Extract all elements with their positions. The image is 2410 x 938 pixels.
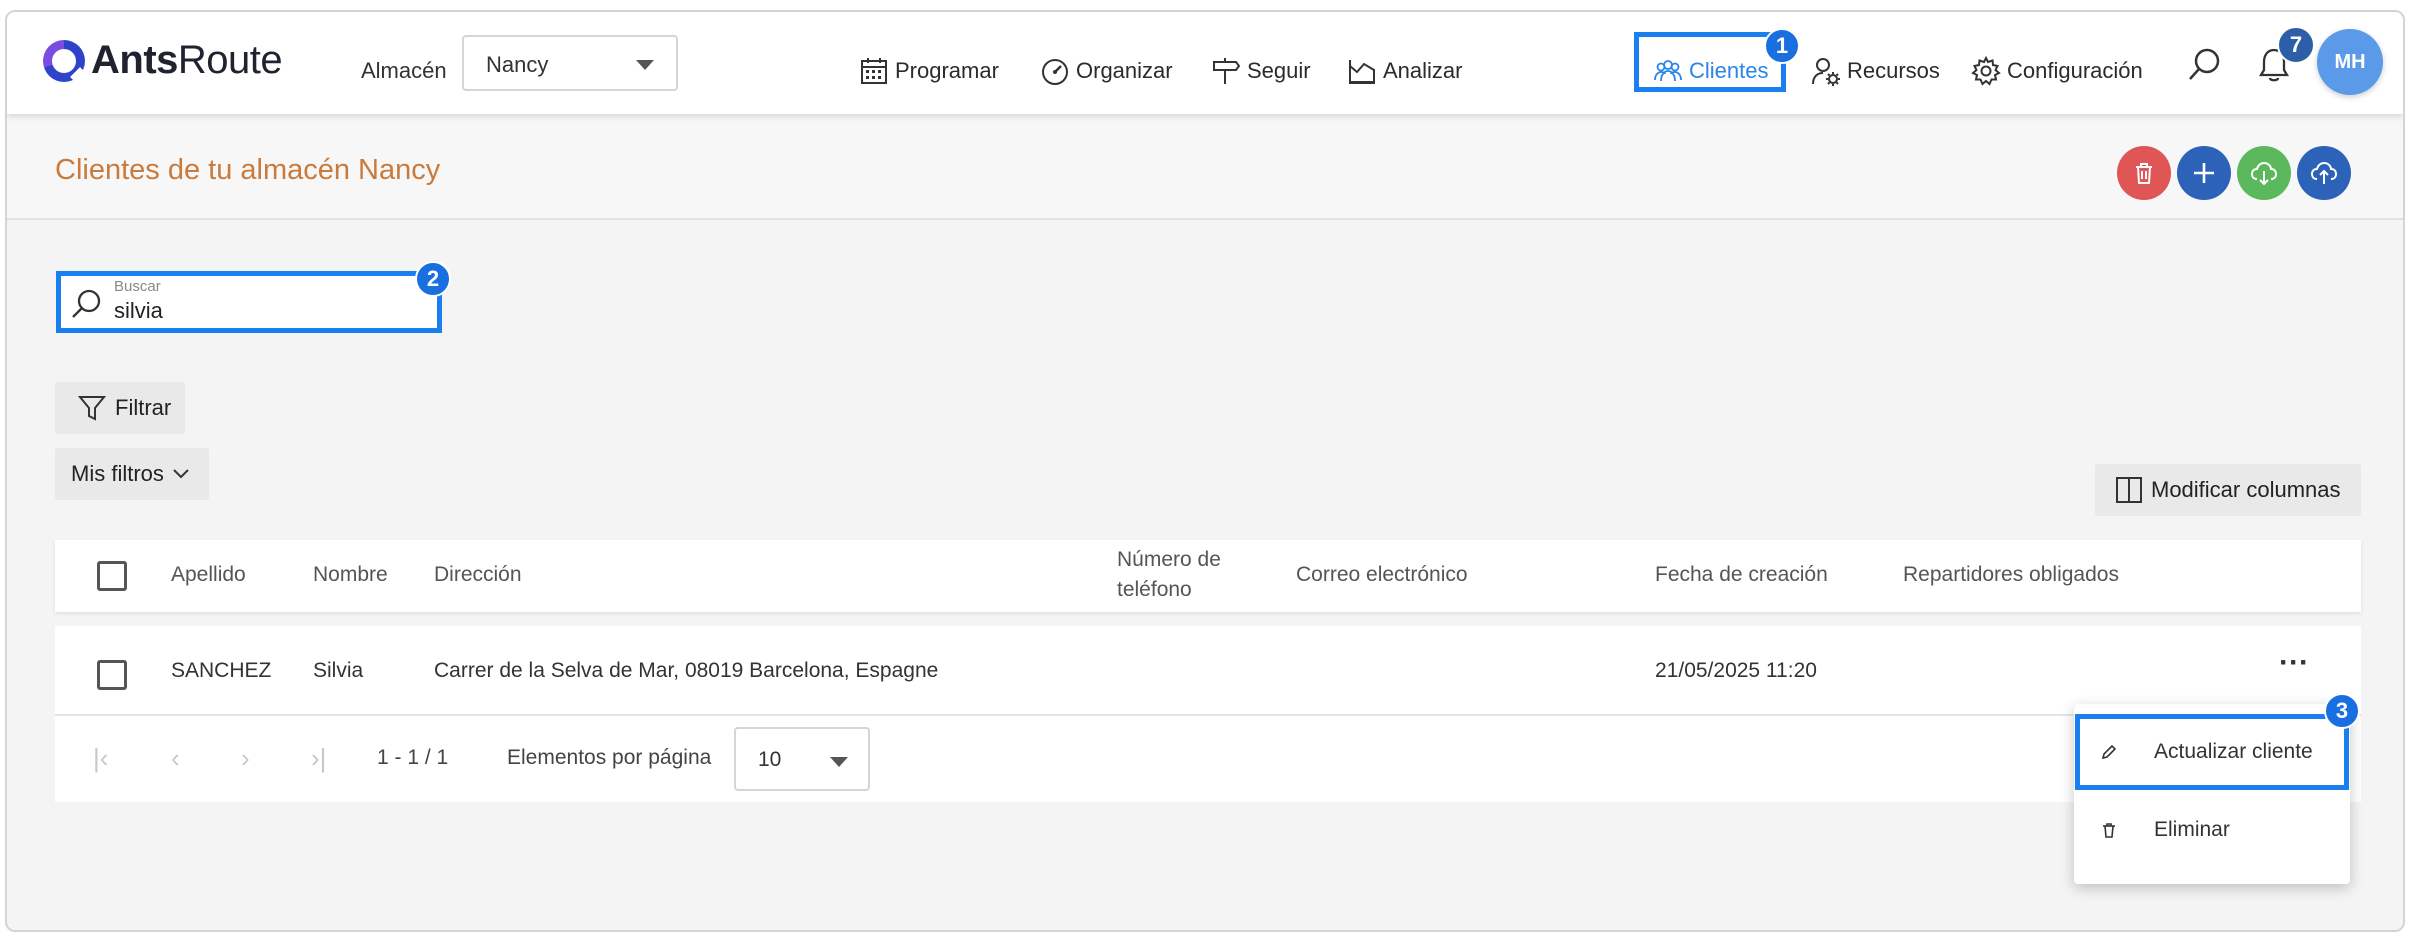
export-clients-button[interactable] [2297,146,2351,200]
calendar-icon [861,58,887,84]
header-nombre[interactable]: Nombre [313,560,388,590]
chevron-down-icon [173,469,189,479]
user-gear-icon [1812,58,1840,86]
per-page-value: 10 [758,748,782,771]
per-page-select[interactable]: 10 [734,727,870,791]
select-all-checkbox[interactable] [97,561,127,591]
header-repartidores[interactable]: Repartidores obligados [1903,560,2119,590]
modify-columns-label: Modificar columnas [2151,477,2341,502]
nav-seguir-label: Seguir [1247,58,1311,83]
nav-configuracion[interactable]: Configuración [1971,56,2143,86]
header-telefono-line2: teléfono [1117,578,1192,601]
next-page-icon[interactable]: › [241,743,250,774]
prev-page-icon[interactable]: ‹ [171,743,180,774]
nav-recursos[interactable]: Recursos [1811,56,1940,86]
logo-text-light: Route [177,38,283,82]
step-badge-2: 2 [415,261,451,297]
my-filters-button[interactable]: Mis filtros [55,448,209,500]
header-direccion[interactable]: Dirección [434,560,522,590]
search-field[interactable]: Buscar silvia [56,271,442,333]
pagination: |‹ ‹ › ›| 1 - 1 / 1 Elementos por página… [55,716,2361,802]
cell-apellido: SANCHEZ [171,659,272,682]
row-more-button[interactable]: ··· [2279,646,2309,680]
page-range: 1 - 1 / 1 [377,746,449,769]
table-row[interactable]: SANCHEZ Silvia Carrer de la Selva de Mar… [55,626,2361,716]
cloud-download-icon [2250,161,2278,186]
cell-direccion: Carrer de la Selva de Mar, 08019 Barcelo… [434,659,939,682]
nav-organizar[interactable]: Organizar [1040,56,1173,86]
cell-nombre: Silvia [313,659,364,682]
chevron-down-icon [830,757,848,767]
header-telefono-line1: Número de [1117,548,1221,571]
speedometer-icon [1042,59,1068,85]
search-icon [72,289,101,318]
table-header: Apellido Nombre Dirección Número de telé… [55,540,2361,612]
header-telefono[interactable]: Número de teléfono [1117,545,1221,605]
modify-columns-button[interactable]: Modificar columnas [2095,464,2361,516]
add-client-button[interactable] [2177,146,2231,200]
nav-programar[interactable]: Programar [859,56,999,86]
chevron-down-icon [636,60,654,70]
warehouse-value: Nancy [486,52,549,77]
nav-recursos-label: Recursos [1847,58,1940,83]
gear-icon [1971,56,2001,86]
nav-organizar-label: Organizar [1076,58,1173,83]
menu-item-delete[interactable]: Eliminar [2074,800,2350,860]
menu-item-delete-label: Eliminar [2154,818,2230,841]
user-avatar[interactable]: MH [2317,29,2383,95]
logo-icon [43,39,85,82]
highlight-clientes [1634,32,1786,92]
search-icon[interactable] [2187,46,2223,82]
page-header: Clientes de tu almacén Nancy [7,114,2403,220]
funnel-icon [77,396,107,421]
step-badge-3: 3 [2324,693,2360,729]
last-page-icon[interactable]: ›| [311,743,326,774]
my-filters-label: Mis filtros [71,461,164,486]
page-title: Clientes de tu almacén Nancy [55,154,441,186]
trash-icon [2103,823,2115,838]
cell-fecha: 21/05/2025 11:20 [1655,659,1817,682]
filter-label: Filtrar [115,395,172,420]
header-correo[interactable]: Correo electrónico [1296,560,1468,590]
import-clients-button[interactable] [2237,146,2291,200]
trash-icon [2136,163,2152,184]
warehouse-label: Almacén [361,58,447,83]
search-input[interactable]: silvia [114,298,163,324]
header-apellido[interactable]: Apellido [171,560,246,590]
antsroute-logo[interactable]: AntsRoute [43,38,283,83]
nav-analizar[interactable]: Analizar [1347,56,1462,86]
top-navbar: AntsRoute Almacén Nancy Programar Organi… [7,12,2403,114]
header-fecha[interactable]: Fecha de creación [1655,560,1828,590]
delete-clients-button[interactable] [2117,146,2171,200]
first-page-icon[interactable]: |‹ [93,743,108,774]
signpost-icon [1213,58,1241,84]
columns-icon [2116,477,2142,503]
per-page-label: Elementos por página [507,746,712,769]
nav-seguir[interactable]: Seguir [1211,56,1311,86]
nav-configuracion-label: Configuración [2007,58,2143,83]
plus-icon [2194,163,2214,183]
app-window: AntsRoute Almacén Nancy Programar Organi… [5,10,2405,932]
chart-area-icon [1349,60,1375,84]
filter-button[interactable]: Filtrar [55,382,185,434]
warehouse-select[interactable]: Nancy [462,35,678,91]
nav-analizar-label: Analizar [1383,58,1463,83]
logo-text-bold: Ants [91,38,178,82]
nav-programar-label: Programar [895,58,999,83]
row-checkbox[interactable] [97,660,127,690]
cloud-upload-icon [2310,161,2338,184]
search-label: Buscar [114,278,161,295]
step-badge-1: 1 [1764,28,1800,64]
notification-count-badge: 7 [2277,26,2315,64]
highlight-update-client [2075,714,2349,790]
